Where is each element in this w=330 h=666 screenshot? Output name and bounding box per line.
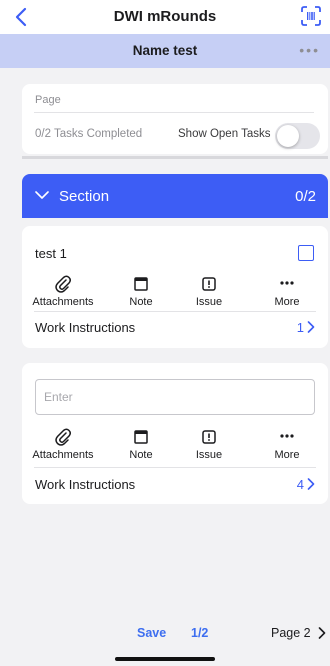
top-nav-bar: DWI mRounds [0, 0, 330, 34]
work-instructions-label: Work Instructions [35, 320, 136, 335]
section-header[interactable]: Section 0/2 [22, 174, 328, 218]
tasks-completed-text: 0/2 Tasks Completed [35, 128, 143, 140]
task-actions: Attachments Note Issue More [22, 275, 328, 315]
more-icon [280, 434, 294, 438]
work-instructions-count: 1 [296, 320, 304, 335]
task-title: test 1 [35, 246, 67, 261]
chevron-right-icon [307, 321, 315, 333]
task-actions: Attachments Note Issue More [22, 428, 328, 468]
divider [34, 112, 314, 113]
attachments-label: Attachments [32, 296, 94, 308]
task-card: test 1 Attachments Note Issue More Work … [22, 226, 328, 348]
section-count: 0/2 [295, 188, 316, 205]
paperclip-icon [55, 275, 71, 293]
name-header: Name test ••• [0, 34, 330, 68]
attachments-label: Attachments [32, 449, 94, 461]
issue-button[interactable]: Issue [169, 428, 249, 468]
scan-button[interactable] [300, 5, 322, 27]
task-value-input[interactable] [35, 379, 315, 415]
note-icon [134, 277, 148, 291]
more-button[interactable]: More [247, 428, 327, 468]
issue-button[interactable]: Issue [169, 275, 249, 315]
app-title: DWI mRounds [113, 8, 217, 25]
work-instructions-row[interactable]: Work Instructions 1 [22, 312, 328, 342]
more-label: More [274, 449, 300, 461]
header-more-button[interactable]: ••• [299, 42, 320, 58]
barcode-scan-icon [301, 6, 321, 26]
chevron-down-icon [35, 191, 49, 199]
section-title: Section [59, 188, 110, 205]
next-page-button[interactable]: Page 2 [271, 626, 311, 640]
issue-label: Issue [195, 296, 223, 308]
divider [34, 467, 316, 468]
issue-icon [202, 430, 216, 444]
more-label: More [274, 296, 300, 308]
page-label: Page [35, 94, 61, 106]
issue-icon [202, 277, 216, 291]
home-indicator [115, 657, 215, 661]
toggle-knob [277, 125, 299, 147]
divider [22, 156, 328, 159]
work-instructions-label: Work Instructions [35, 477, 136, 492]
attachments-button[interactable]: Attachments [23, 275, 103, 315]
issue-label: Issue [195, 449, 223, 461]
page-indicator: 1/2 [191, 626, 209, 640]
attachments-button[interactable]: Attachments [23, 428, 103, 468]
chevron-right-icon [307, 478, 315, 490]
more-button[interactable]: More [247, 275, 327, 315]
task-checkbox[interactable] [298, 245, 314, 261]
work-instructions-row[interactable]: Work Instructions 4 [22, 469, 328, 499]
show-open-tasks-label: Show Open Tasks [178, 128, 271, 140]
task-card: Attachments Note Issue [22, 363, 328, 504]
chevron-right-icon[interactable] [318, 627, 326, 639]
more-icon [280, 281, 294, 285]
page-card: Page 0/2 Tasks Completed Show Open Tasks [22, 84, 328, 154]
paperclip-icon [55, 428, 71, 446]
save-button[interactable]: Save [137, 626, 166, 640]
round-name: Name test [132, 43, 198, 58]
work-instructions-count: 4 [296, 477, 304, 492]
show-open-tasks-toggle[interactable] [275, 123, 320, 149]
note-icon [134, 430, 148, 444]
